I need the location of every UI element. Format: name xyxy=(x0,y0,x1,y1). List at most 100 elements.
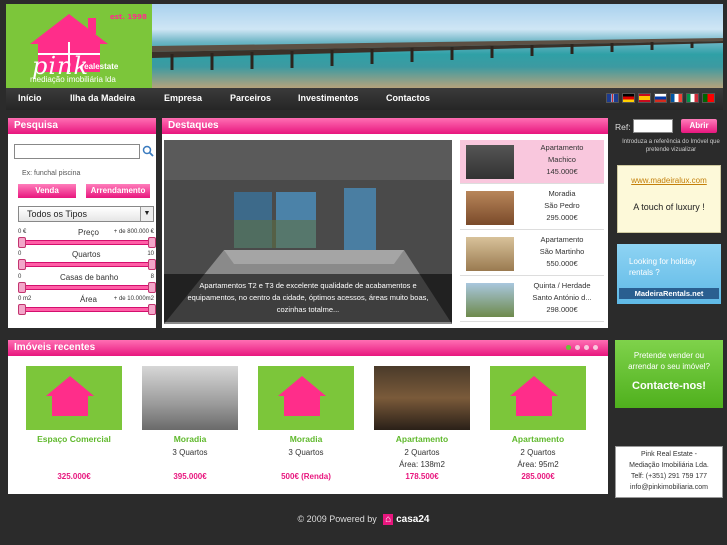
french-flag-icon[interactable] xyxy=(670,93,683,103)
english-flag-icon[interactable] xyxy=(606,93,619,103)
rentals-url[interactable]: MadeiraRentals.net xyxy=(619,288,719,299)
contact-info: Pink Real Estate - Mediação Imobiliária … xyxy=(615,446,723,498)
rooms-label: Quartos xyxy=(72,250,101,259)
highlight-place: Machico xyxy=(548,155,576,164)
area-min: 0 m2 xyxy=(18,296,32,302)
footer-text: © 2009 Powered by xyxy=(297,514,377,524)
casa24-logo[interactable]: ⌂ casa24 xyxy=(383,514,429,526)
listing-rooms: 3 Quartos xyxy=(172,448,208,457)
page: est. 1998 pink realestate mediação imobi… xyxy=(0,0,727,545)
highlight-place: Santo António d... xyxy=(532,293,592,302)
listing-photo xyxy=(374,366,470,430)
area-min-handle[interactable] xyxy=(18,304,26,315)
highlight-price: 145.000€ xyxy=(546,167,578,176)
listing-card[interactable]: Apartamento 2 Quartos Área: 138m2 178.50… xyxy=(372,364,472,492)
madeiralux-url[interactable]: www.madeiralux.com xyxy=(622,176,716,185)
listing-type: Moradia xyxy=(289,434,323,444)
listing-type: Espaço Comercial xyxy=(37,434,111,444)
sell-property-box[interactable]: Pretende vender ou arrendar o seu imóvel… xyxy=(615,340,723,408)
highlights-title: Destaques xyxy=(162,118,608,134)
listing-type: Moradia xyxy=(173,434,207,444)
search-icon[interactable] xyxy=(142,145,154,157)
nav-item-parceiros[interactable]: Parceiros xyxy=(230,93,271,103)
listing-card[interactable]: Moradia 3 Quartos 395.000€ xyxy=(140,364,240,492)
site-logo[interactable]: est. 1998 pink realestate mediação imobi… xyxy=(6,4,152,88)
nav-item-empresa[interactable]: Empresa xyxy=(164,93,202,103)
listing-card[interactable]: Apartamento 2 Quartos Área: 95m2 285.000… xyxy=(488,364,588,492)
reference-label: Ref: xyxy=(615,122,631,132)
price-label: Preço xyxy=(78,228,99,237)
contact-company: Pink Real Estate - xyxy=(640,451,698,458)
sale-button[interactable]: Venda xyxy=(18,184,76,198)
highlight-item[interactable]: Apartamento São Martinho 550.000€ xyxy=(460,232,604,276)
listing-rooms: 2 Quartos xyxy=(520,448,556,457)
highlight-type: Apartamento xyxy=(540,235,584,244)
pink-logo-placeholder-icon xyxy=(26,366,122,430)
madeiralux-tagline: A touch of luxury ! xyxy=(633,202,705,212)
highlights-panel: Destaques Apartamentos T2 e T3 de excele… xyxy=(162,118,608,328)
listing-price: 395.000€ xyxy=(173,472,207,481)
rooms-min-handle[interactable] xyxy=(18,259,26,270)
carousel-dot[interactable] xyxy=(575,345,580,350)
italian-flag-icon[interactable] xyxy=(686,93,699,103)
price-min-handle[interactable] xyxy=(18,237,26,248)
highlight-thumb xyxy=(466,283,514,317)
contact-us-button[interactable]: Contacte-nos! xyxy=(615,380,723,392)
contact-phone: Telf: (+351) 291 759 177 xyxy=(630,473,708,480)
nav-item-investimentos[interactable]: Investimentos xyxy=(298,93,359,103)
area-label: Área xyxy=(80,295,97,304)
carousel-dots xyxy=(566,345,598,350)
listing-type: Apartamento xyxy=(395,434,449,444)
highlight-main-photo[interactable]: Apartamentos T2 e T3 de excelente qualid… xyxy=(164,140,452,324)
baths-slider[interactable]: 0 Casas de banho 8 xyxy=(18,273,156,295)
reference-input[interactable] xyxy=(633,119,673,133)
carousel-dot[interactable] xyxy=(584,345,589,350)
rooms-max-handle[interactable] xyxy=(148,259,156,270)
rentals-text: Looking for holiday rentals ? xyxy=(629,257,697,277)
area-max-handle[interactable] xyxy=(148,304,156,315)
contact-email[interactable]: info@pinkimobiliaria.com xyxy=(616,484,722,491)
carousel-dot[interactable] xyxy=(566,345,571,350)
pier-image xyxy=(152,38,723,70)
listing-price: 500€ (Renda) xyxy=(281,472,331,481)
baths-min-handle[interactable] xyxy=(18,282,26,293)
price-min: 0 € xyxy=(18,229,27,235)
price-max-handle[interactable] xyxy=(148,237,156,248)
carousel-dot[interactable] xyxy=(593,345,598,350)
nav-item-ilha-da-madeira[interactable]: Ilha da Madeira xyxy=(70,93,135,103)
casa24-icon: ⌂ xyxy=(383,514,394,526)
search-hint: Ex: funchal piscina xyxy=(22,170,81,177)
property-type-select[interactable]: Todos os Tipos ▼ xyxy=(18,206,154,222)
highlight-item[interactable]: Quinta / Herdade Santo António d... 298.… xyxy=(460,278,604,322)
search-input[interactable] xyxy=(14,144,140,159)
listing-photo xyxy=(142,366,238,430)
spanish-flag-icon[interactable] xyxy=(638,93,651,103)
highlight-price: 295.000€ xyxy=(546,213,578,222)
german-flag-icon[interactable] xyxy=(622,93,635,103)
listing-price: 285.000€ xyxy=(521,472,555,481)
baths-max-handle[interactable] xyxy=(148,282,156,293)
rooms-slider[interactable]: 0 Quartos 10 xyxy=(18,250,156,272)
rooms-min: 0 xyxy=(18,251,22,257)
nav-item-inicio[interactable]: Início xyxy=(18,93,42,103)
price-slider[interactable]: 0 € Preço + de 800.000 € xyxy=(18,228,156,250)
footer: © 2009 Powered by ⌂ casa24 xyxy=(0,514,727,534)
price-track xyxy=(18,240,156,245)
highlight-item[interactable]: Moradia São Pedro 295.000€ xyxy=(460,186,604,230)
portuguese-flag-icon[interactable] xyxy=(702,93,715,103)
listing-card[interactable]: Espaço Comercial 325.000€ xyxy=(24,364,124,492)
russian-flag-icon[interactable] xyxy=(654,93,667,103)
logo-est: est. 1998 xyxy=(110,13,147,21)
listing-type: Apartamento xyxy=(511,434,565,444)
open-reference-button[interactable]: Abrir xyxy=(681,119,717,133)
pink-logo-placeholder-icon xyxy=(490,366,586,430)
listing-card[interactable]: Moradia 3 Quartos 500€ (Renda) xyxy=(256,364,356,492)
recent-listings-panel: Imóveis recentes Espaço Comercial 325.00… xyxy=(8,340,608,494)
madeiralux-ad[interactable]: www.madeiralux.com A touch of luxury ! xyxy=(617,165,721,233)
rent-button[interactable]: Arrendamento xyxy=(86,184,150,198)
area-slider[interactable]: 0 m2 Área + de 10.000m2 xyxy=(18,295,156,317)
highlight-price: 298.000€ xyxy=(546,305,578,314)
nav-item-contactos[interactable]: Contactos xyxy=(386,93,430,103)
madeira-rentals-ad[interactable]: Looking for holiday rentals ? MadeiraRen… xyxy=(617,244,721,304)
highlight-item[interactable]: Apartamento Machico 145.000€ xyxy=(460,140,604,184)
